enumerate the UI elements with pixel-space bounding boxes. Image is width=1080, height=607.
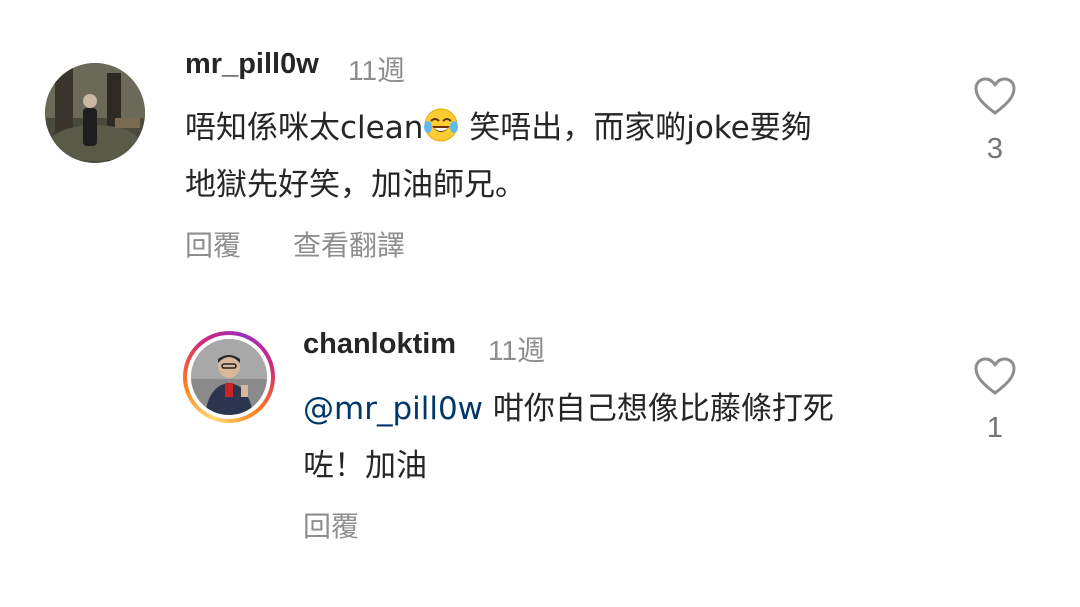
comment-timestamp: 11週 xyxy=(488,335,546,366)
comment-text: 唔知係咪太clean 笑唔出，而家啲joke要夠 地獄先好笑，加油師兄。 xyxy=(185,100,945,214)
comment-username[interactable]: chanloktim xyxy=(303,328,456,361)
comment-username[interactable]: mr_pill0w xyxy=(185,48,319,81)
comment-text: @mr_pill0w 咁你自己想像比藤條打死 咗！加油 xyxy=(303,381,943,495)
avatar-image xyxy=(45,63,145,163)
like-button[interactable] xyxy=(973,76,1017,116)
avatar-image xyxy=(191,339,267,415)
avatar[interactable] xyxy=(45,63,145,163)
mention-link[interactable]: @mr_pill0w xyxy=(303,391,483,427)
heart-icon xyxy=(974,357,1016,395)
avatar xyxy=(191,339,267,415)
like-count: 1 xyxy=(986,412,1004,444)
reply-button[interactable]: 回覆 xyxy=(185,224,241,264)
comment-text-part: 咁你自己想像比藤條打死 xyxy=(483,391,834,427)
face-with-tears-of-joy-icon xyxy=(424,108,459,142)
like-button[interactable] xyxy=(973,356,1017,396)
comment-text-part: 地獄先好笑，加油師兄。 xyxy=(185,167,526,203)
like-count: 3 xyxy=(986,133,1004,165)
reply-button[interactable]: 回覆 xyxy=(303,505,359,545)
story-ring[interactable] xyxy=(183,331,275,423)
see-translation-button[interactable]: 查看翻譯 xyxy=(293,224,405,264)
comment-timestamp: 11週 xyxy=(348,55,406,86)
comment-text-part: 咗！加油 xyxy=(303,448,427,484)
comment-text-part: 唔知係咪太clean xyxy=(185,110,424,146)
heart-icon xyxy=(974,77,1016,115)
comment-text-part: 笑唔出，而家啲joke要夠 xyxy=(459,110,812,146)
